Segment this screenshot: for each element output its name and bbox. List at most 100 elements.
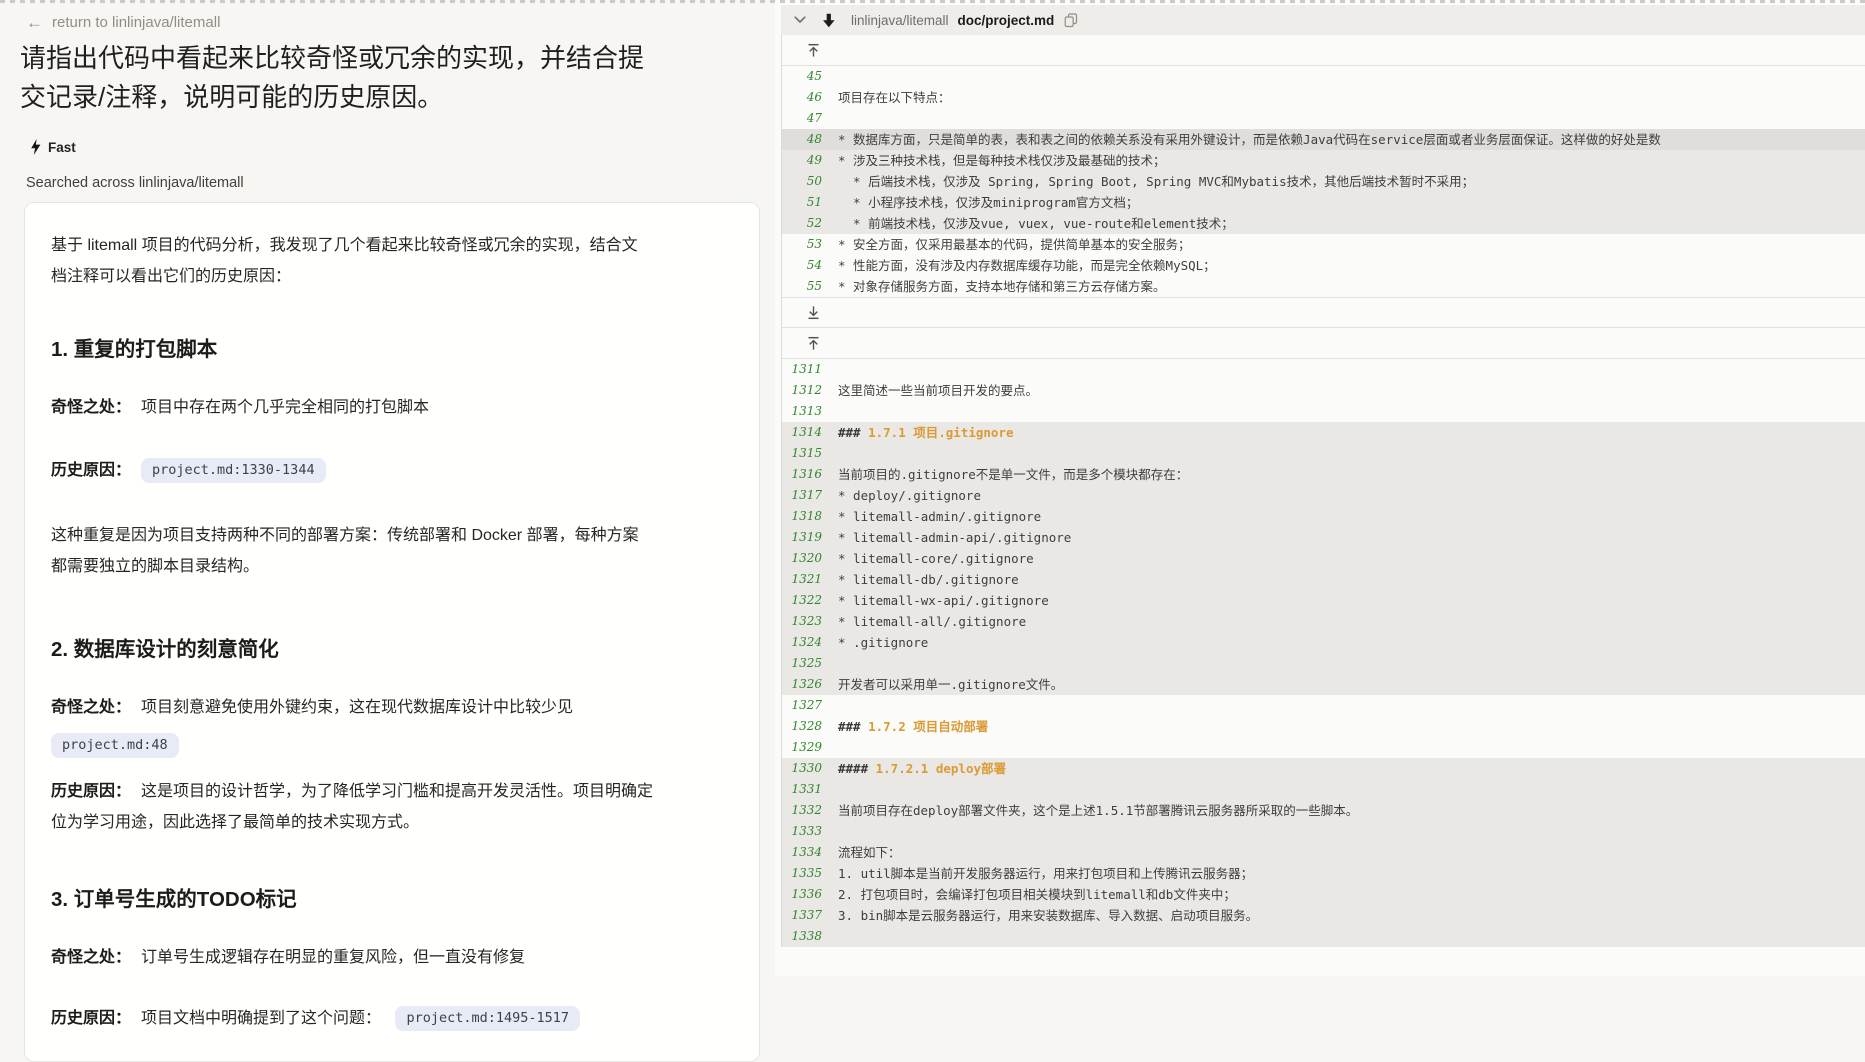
line-content: * 数据库方面，只是简单的表，表和表之间的依赖关系没有采用外键设计，而是依赖Ja… [838, 129, 1865, 150]
expand-up-icon[interactable] [807, 43, 820, 58]
markdown-hashes: ### [838, 719, 861, 734]
back-arrow-icon: ← [26, 14, 43, 31]
line-number: 46 [782, 87, 838, 108]
mode-badge-label: Fast [48, 140, 76, 155]
line-number: 1314 [782, 422, 838, 443]
section-heading-3: 3. 订单号生成的TODO标记 [51, 882, 733, 912]
code-line: 1329 [782, 737, 1865, 758]
line-content: 1. util脚本是当前开发服务器运行，用来打包项目和上传腾讯云服务器； [838, 863, 1865, 884]
strange-text-1: 项目中存在两个几乎完全相同的打包脚本 [141, 399, 429, 416]
code-line: 50 * 后端技术栈，仅涉及 Spring, Spring Boot, Spri… [782, 171, 1865, 192]
line-number: 55 [782, 276, 838, 297]
line-number: 1324 [782, 632, 838, 653]
line-number: 49 [782, 150, 838, 171]
line-number: 1315 [782, 443, 838, 464]
citation-chip[interactable]: project.md:48 [51, 733, 179, 758]
line-number: 1316 [782, 464, 838, 485]
reason-row-1: 历史原因：project.md:1330-1344 [51, 455, 733, 486]
line-content: ### 1.7.2 项目自动部署 [838, 716, 1865, 737]
line-content: * .gitignore [838, 632, 1865, 653]
code-line: 1330#### 1.7.2.1 deploy部署 [782, 758, 1865, 779]
code-line: 1328### 1.7.2 项目自动部署 [782, 716, 1865, 737]
line-number: 1320 [782, 548, 838, 569]
line-number: 1323 [782, 611, 838, 632]
download-arrow-icon [822, 13, 836, 28]
expand-up-icon[interactable] [807, 336, 820, 351]
line-content: * 对象存储服务方面，支持本地存储和第三方云存储方案。 [838, 276, 1865, 297]
line-content [838, 653, 1865, 674]
code-line: 1321* litemall-db/.gitignore [782, 569, 1865, 590]
line-number: 48 [782, 129, 838, 150]
code-viewer-header: linlinjava/litemall doc/project.md [781, 5, 1865, 35]
strange-label: 奇怪之处： [51, 949, 131, 966]
line-content [838, 359, 1865, 380]
citation-chip[interactable]: project.md:1495-1517 [395, 1006, 580, 1031]
line-content: 当前项目存在deploy部署文件夹，这个是上述1.5.1节部署腾讯云服务器所采取… [838, 800, 1865, 821]
code-line: 13362. 打包项目时，会编译打包项目相关模块到litemall和db文件夹中… [782, 884, 1865, 905]
reason-row-3: 历史原因：项目文档中明确提到了这个问题： project.md:1495-151… [51, 1003, 733, 1034]
back-link[interactable]: ← return to linlinjava/litemall [0, 0, 775, 31]
line-content: 项目存在以下特点： [838, 87, 1865, 108]
line-number: 51 [782, 192, 838, 213]
mode-badge[interactable]: Fast [30, 139, 775, 155]
line-content: * litemall-db/.gitignore [838, 569, 1865, 590]
line-number: 1338 [782, 926, 838, 947]
chevron-down-icon[interactable] [794, 16, 806, 24]
line-number: 1328 [782, 716, 838, 737]
code-line: 1314### 1.7.1 项目.gitignore [782, 422, 1865, 443]
line-number: 1333 [782, 821, 838, 842]
expand-down-row [782, 297, 1865, 328]
code-line: 52 * 前端技术栈，仅涉及vue, vuex, vue-route和eleme… [782, 213, 1865, 234]
line-content: * litemall-admin-api/.gitignore [838, 527, 1865, 548]
code-line: 45 [782, 66, 1865, 87]
line-content: * 前端技术栈，仅涉及vue, vuex, vue-route和element技… [838, 213, 1865, 234]
analysis-intro: 基于 litemall 项目的代码分析，我发现了几个看起来比较奇怪或冗余的实现，… [51, 230, 733, 292]
strange-label: 奇怪之处： [51, 699, 131, 716]
markdown-heading-text: 1.7.1 项目.gitignore [861, 425, 1014, 440]
copy-icon[interactable] [1064, 13, 1078, 28]
code-line: 1322* litemall-wx-api/.gitignore [782, 590, 1865, 611]
line-number: 1327 [782, 695, 838, 716]
file-name[interactable]: doc/project.md [958, 13, 1055, 28]
code-line: 1323* litemall-all/.gitignore [782, 611, 1865, 632]
line-content: * 安全方面，仅采用最基本的代码，提供简单基本的安全服务； [838, 234, 1865, 255]
line-content: * litemall-wx-api/.gitignore [838, 590, 1865, 611]
code-line: 51 * 小程序技术栈，仅涉及miniprogram官方文档； [782, 192, 1865, 213]
expand-down-icon[interactable] [807, 305, 820, 320]
code-snippets: 4546项目存在以下特点：4748* 数据库方面，只是简单的表，表和表之间的依赖… [781, 35, 1865, 947]
line-content: 开发者可以采用单一.gitignore文件。 [838, 674, 1865, 695]
lightning-bolt-icon [30, 139, 41, 155]
strange-row-3: 奇怪之处：订单号生成逻辑存在明显的重复风险，但一直没有修复 [51, 942, 733, 973]
repo-name: linlinjava/litemall [851, 13, 949, 28]
line-content [838, 821, 1865, 842]
line-number: 1334 [782, 842, 838, 863]
code-line: 1338 [782, 926, 1865, 947]
strange-label: 奇怪之处： [51, 399, 131, 416]
code-line: 13373. bin脚本是云服务器运行，用来安装数据库、导入数据、启动项目服务。 [782, 905, 1865, 926]
chat-panel: ← return to linlinjava/litemall 请指出代码中看起… [0, 0, 775, 976]
section-heading-1: 1. 重复的打包脚本 [51, 332, 733, 362]
strange-text-2: 项目刻意避免使用外键约束，这在现代数据库设计中比较少见 [141, 699, 573, 716]
top-dashed-border [0, 0, 1865, 3]
line-content: #### 1.7.2.1 deploy部署 [838, 758, 1865, 779]
code-line: 54* 性能方面，没有涉及内存数据库缓存功能，而是完全依赖MySQL； [782, 255, 1865, 276]
line-content: * 小程序技术栈，仅涉及miniprogram官方文档； [838, 192, 1865, 213]
code-line: 1327 [782, 695, 1865, 716]
markdown-heading-text: 1.7.2.1 deploy部署 [868, 761, 1006, 776]
reason-label: 历史原因： [51, 783, 131, 800]
line-number: 1325 [782, 653, 838, 674]
strange-row-1: 奇怪之处： 项目中存在两个几乎完全相同的打包脚本 [51, 392, 733, 423]
line-content: * litemall-admin/.gitignore [838, 506, 1865, 527]
markdown-hashes: ### [838, 425, 861, 440]
line-number: 1312 [782, 380, 838, 401]
line-content [838, 108, 1865, 129]
line-number: 1311 [782, 359, 838, 380]
code-line: 53* 安全方面，仅采用最基本的代码，提供简单基本的安全服务； [782, 234, 1865, 255]
line-number: 54 [782, 255, 838, 276]
answer-card: 基于 litemall 项目的代码分析，我发现了几个看起来比较奇怪或冗余的实现，… [24, 202, 760, 1062]
section-heading-2: 2. 数据库设计的刻意简化 [51, 632, 733, 662]
line-number: 45 [782, 66, 838, 87]
code-line: 1324* .gitignore [782, 632, 1865, 653]
citation-chip[interactable]: project.md:1330-1344 [141, 458, 326, 483]
reason-text-3: 项目文档中明确提到了这个问题： [141, 1010, 381, 1027]
